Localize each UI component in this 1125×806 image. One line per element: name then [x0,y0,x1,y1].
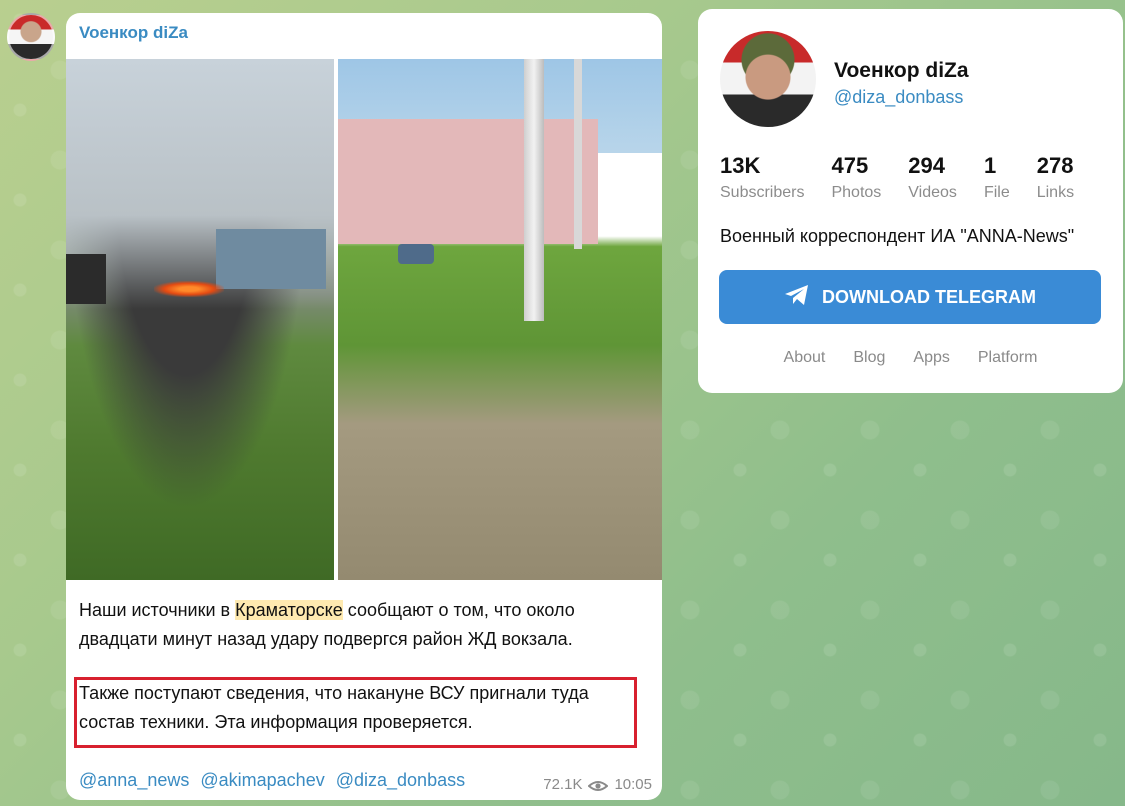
mention-link-3[interactable]: @diza_donbass [336,770,465,790]
stat-label: Links [1036,184,1075,201]
eye-icon [587,779,609,791]
post-photo-left[interactable] [66,59,334,580]
post-text-paragraph-1: Наши источники в Краматорске сообщают о … [79,596,651,654]
stat-number: 1 [983,153,997,178]
stat-photos[interactable]: 475 Photos [831,153,881,202]
car-shape [398,244,434,264]
train-shape [66,254,106,304]
footer-link-blog[interactable]: Blog [853,349,885,367]
post-author-name[interactable]: Voенкор diZa [79,23,188,43]
channel-avatar [720,31,816,127]
stat-subscribers: 13K Subscribers [720,153,804,202]
mention-link-2[interactable]: @akimapachev [200,770,324,790]
stat-number: 278 [1036,153,1074,178]
stat-number: 13K [720,153,761,178]
post-meta: 72.1K 10:05 [543,776,652,793]
post-mentions: @anna_news @akimapachev @diza_donbass [79,770,471,791]
download-button-label: DOWNLOAD TELEGRAM [822,286,1036,307]
stat-label: File [983,184,1010,201]
view-count: 72.1K [543,776,583,793]
station-building-shape [216,229,326,289]
stat-label: Photos [831,184,882,201]
stat-links[interactable]: 278 Links [1037,153,1074,202]
footer-link-platform[interactable]: Platform [978,349,1038,367]
post-photo-right[interactable] [338,59,662,580]
channel-description: Военный корреспондент ИА "ANNA-News" [720,226,1075,246]
channel-stats: 13K Subscribers 475 Photos 294 Videos 1 … [720,153,1101,202]
channel-footer-links: About Blog Apps Platform [698,349,1123,367]
post-text-before: Наши источники в [79,600,236,620]
pole-shape-2 [574,59,582,249]
stat-label: Subscribers [720,184,805,201]
pole-shape [524,59,544,321]
highlight-annotation-box [74,677,637,748]
download-telegram-button[interactable]: DOWNLOAD TELEGRAM [719,270,1101,324]
channel-name: Voенкор diZa [834,59,969,82]
channel-handle[interactable]: @diza_donbass [834,87,963,108]
post-author-avatar[interactable] [7,13,55,61]
pink-building-shape [338,119,598,244]
post-text-highlight: Краматорске [235,600,343,620]
telegram-plane-icon [784,284,810,311]
channel-info-card: Voенкор diZa @diza_donbass 13K Subscribe… [698,9,1123,393]
stat-files[interactable]: 1 File [984,153,1010,202]
fire-shape [154,281,224,297]
stat-videos[interactable]: 294 Videos [908,153,957,202]
footer-link-about[interactable]: About [784,349,826,367]
stat-number: 475 [831,153,869,178]
stat-number: 294 [908,153,946,178]
footer-link-apps[interactable]: Apps [913,349,949,367]
post-time: 10:05 [614,776,652,793]
stat-label: Videos [908,184,957,201]
mention-link-1[interactable]: @anna_news [79,770,189,790]
